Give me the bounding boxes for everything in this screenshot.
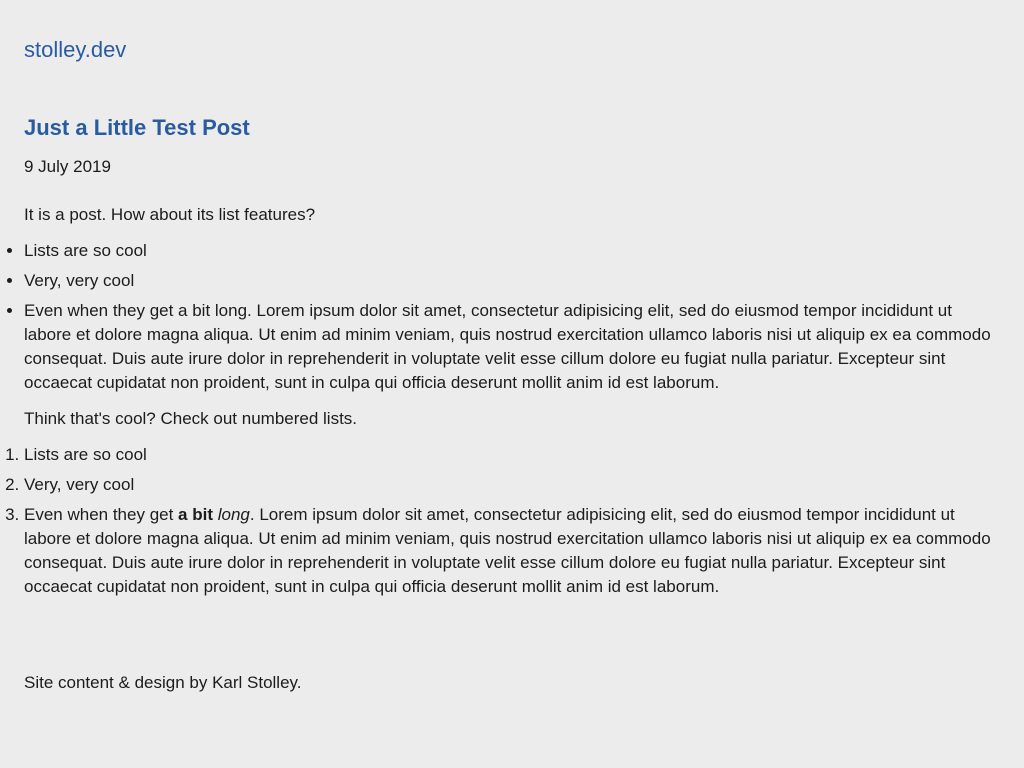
text-span: Even when they get xyxy=(24,505,179,524)
post-body: It is a post. How about its list feature… xyxy=(0,203,1000,611)
post-date: 9 July 2019 xyxy=(24,157,111,176)
post-intro: It is a post. How about its list feature… xyxy=(24,205,316,224)
post-transition: Think that's cool? Check out numbered li… xyxy=(24,409,358,428)
bullet-list: Lists are so cool Very, very cool Even w… xyxy=(0,239,1000,395)
bold-text: a bit xyxy=(178,505,213,524)
numbered-list: Lists are so cool Very, very cool Even w… xyxy=(0,443,1000,599)
footer-credit: Site content & design by Karl Stolley. xyxy=(24,673,302,692)
page: stolley.dev Just a Little Test Post 9 Ju… xyxy=(0,0,1024,768)
post-title: Just a Little Test Post xyxy=(24,115,250,140)
italic-text: long xyxy=(217,505,250,524)
list-item: Lists are so cool xyxy=(24,443,1000,467)
list-item: Even when they get a bit long. Lorem ips… xyxy=(24,299,1000,395)
list-item: Lists are so cool xyxy=(24,239,1000,263)
list-item: Very, very cool xyxy=(24,269,1000,293)
site-title-link[interactable]: stolley.dev xyxy=(24,36,126,64)
list-item: Even when they get a bit long. Lorem ips… xyxy=(24,503,1000,599)
list-item: Very, very cool xyxy=(24,473,1000,497)
